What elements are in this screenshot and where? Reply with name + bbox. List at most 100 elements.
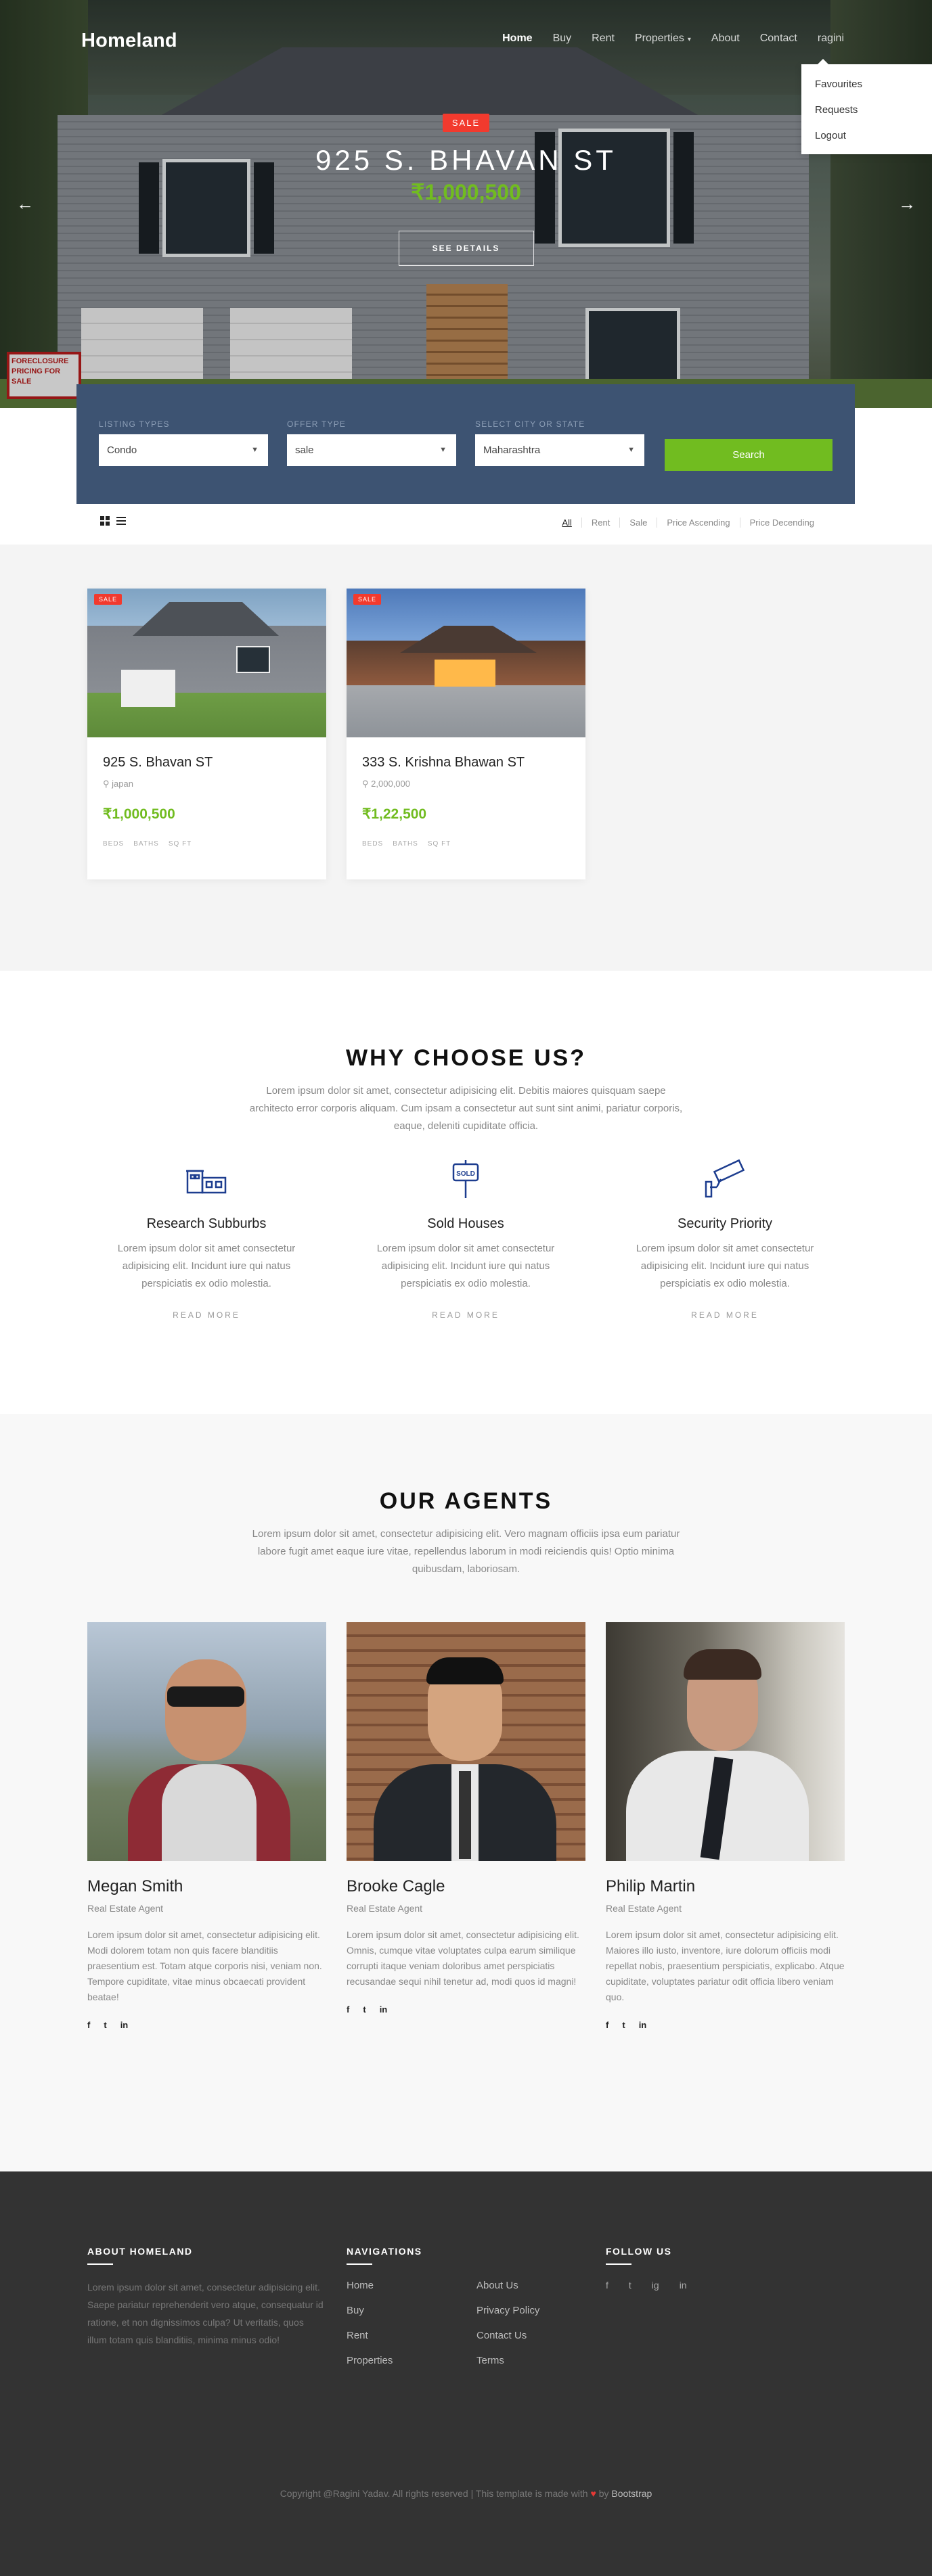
filter-sale[interactable]: Sale <box>619 518 657 528</box>
bootstrap-link[interactable]: Bootstrap <box>611 2488 652 2499</box>
agent-role: Real Estate Agent <box>606 1903 682 1914</box>
top-navbar: Homeland Home Buy Rent Properties ▾ About… <box>0 0 932 81</box>
facebook-icon[interactable]: f <box>606 2020 608 2030</box>
filter-all[interactable]: All <box>552 518 581 528</box>
location-text: 2,000,000 <box>371 779 410 789</box>
spec-beds: BEDS <box>362 840 384 848</box>
sale-badge: SALE <box>94 594 123 605</box>
location-text: japan <box>112 779 133 789</box>
linkedin-icon[interactable]: in <box>120 2020 129 2030</box>
filter-price-desc[interactable]: Price Decending <box>739 518 824 528</box>
feature-title: Sold Houses <box>427 1216 504 1231</box>
dropdown-logout[interactable]: Logout <box>815 127 932 152</box>
feature-text: Lorem ipsum dolor sit amet consectetur a… <box>636 1243 814 1289</box>
filter-rent[interactable]: Rent <box>581 518 619 528</box>
grid-view-icon[interactable] <box>100 516 110 526</box>
property-specs: BEDS BATHS SQ FT <box>103 840 311 848</box>
agent-role: Real Estate Agent <box>347 1903 423 1914</box>
offer-type-value: sale <box>295 444 314 456</box>
feature-title: Research Subburbs <box>146 1216 267 1231</box>
site-logo[interactable]: Homeland <box>81 30 177 52</box>
dropdown-requests[interactable]: Requests <box>815 101 932 127</box>
linkedin-icon[interactable]: in <box>380 2004 388 2015</box>
read-more-link[interactable]: READ MORE <box>620 1310 830 1320</box>
property-title[interactable]: 333 S. Krishna Bhawan ST <box>362 755 570 770</box>
agent-name: Megan Smith <box>87 1877 183 1895</box>
footer-link-terms[interactable]: Terms <box>476 2353 539 2378</box>
section-title: OUR AGENTS <box>379 1488 553 1514</box>
nav-properties[interactable]: Properties ▾ <box>635 32 691 45</box>
agent-face-shape <box>165 1659 246 1761</box>
offer-type-field: OFFER TYPE sale ▼ <box>287 419 456 466</box>
agent-bio: Lorem ipsum dolor sit amet, consectetur … <box>606 1929 845 2002</box>
linkedin-icon[interactable]: in <box>680 2280 687 2291</box>
offer-type-select[interactable]: sale ▼ <box>287 434 456 466</box>
property-card[interactable]: SALE 925 S. Bhavan ST ⚲ japan ₹1,000,500… <box>87 589 326 879</box>
twitter-icon[interactable]: t <box>622 2020 625 2030</box>
agent-card: Philip Martin Real Estate Agent Lorem ip… <box>606 1622 845 2030</box>
city-label: SELECT CITY OR STATE <box>475 419 585 429</box>
spec-beds: BEDS <box>103 840 125 848</box>
footer-link-privacy[interactable]: Privacy Policy <box>476 2303 539 2328</box>
card-body: 925 S. Bhavan ST ⚲ japan ₹1,000,500 BEDS… <box>87 737 326 848</box>
hero-content: SALE 925 S. BHAVAN ST ₹1,000,500 SEE DET… <box>0 114 932 266</box>
listing-filters: All Rent Sale Price Ascending Price Dece… <box>552 518 824 528</box>
arrow-left-icon[interactable]: ← <box>16 193 34 214</box>
nav-buy[interactable]: Buy <box>553 32 572 45</box>
house-roof-shape <box>133 602 279 636</box>
feature-text: Lorem ipsum dolor sit amet consectetur a… <box>376 1243 555 1289</box>
agent-socials: f t in <box>87 2020 326 2030</box>
main-menu: Home Buy Rent Properties ▾ About Contact … <box>482 32 844 45</box>
card-body: 333 S. Krishna Bhawan ST ⚲ 2,000,000 ₹1,… <box>347 737 585 848</box>
house-icon <box>102 1155 311 1203</box>
footer-social-icons: f t ig in <box>606 2280 687 2291</box>
house-window-shape <box>236 646 270 673</box>
footer-link-properties[interactable]: Properties <box>347 2353 476 2378</box>
chevron-down-icon: ▾ <box>687 36 691 43</box>
footer-link-about[interactable]: About Us <box>476 2278 539 2303</box>
listing-type-select[interactable]: Condo ▼ <box>99 434 268 466</box>
listing-type-field: LISTING TYPES Condo ▼ <box>99 419 268 466</box>
footer-link-buy[interactable]: Buy <box>347 2303 476 2328</box>
see-details-button[interactable]: SEE DETAILS <box>398 231 534 266</box>
agent-hair-shape <box>684 1649 761 1680</box>
twitter-icon[interactable]: t <box>629 2280 631 2291</box>
facebook-icon[interactable]: f <box>347 2004 349 2015</box>
property-location: ⚲ japan <box>103 779 311 789</box>
instagram-icon[interactable]: ig <box>652 2280 659 2291</box>
nav-home[interactable]: Home <box>502 32 532 45</box>
list-view-icon[interactable] <box>116 516 126 526</box>
property-image[interactable]: SALE <box>347 589 585 737</box>
agent-shirt-shape <box>162 1764 257 1861</box>
copyright-prefix: Copyright @Ragini Yadav. All rights rese… <box>280 2488 588 2499</box>
view-toggle <box>100 516 126 526</box>
nav-contact[interactable]: Contact <box>760 32 797 45</box>
nav-about[interactable]: About <box>711 32 740 45</box>
dropdown-favourites[interactable]: Favourites <box>815 75 932 101</box>
read-more-link[interactable]: READ MORE <box>361 1310 571 1320</box>
agent-tie-shape <box>459 1771 471 1859</box>
city-select[interactable]: Maharashtra ▼ <box>475 434 644 466</box>
hero-section: FORECLOSURE PRICING FOR SALE Homeland Ho… <box>0 0 932 408</box>
facebook-icon[interactable]: f <box>606 2280 608 2291</box>
footer-link-contact[interactable]: Contact Us <box>476 2328 539 2353</box>
read-more-link[interactable]: READ MORE <box>102 1310 311 1320</box>
footer-link-home[interactable]: Home <box>347 2278 476 2303</box>
property-title[interactable]: 925 S. Bhavan ST <box>103 755 311 770</box>
footer-link-rent[interactable]: Rent <box>347 2328 476 2353</box>
twitter-icon[interactable]: t <box>363 2004 365 2015</box>
map-pin-icon: ⚲ <box>362 779 369 789</box>
twitter-icon[interactable]: t <box>104 2020 106 2030</box>
filter-price-asc[interactable]: Price Ascending <box>657 518 739 528</box>
arrow-right-icon[interactable]: → <box>898 193 916 214</box>
linkedin-icon[interactable]: in <box>639 2020 647 2030</box>
search-button[interactable]: Search <box>665 439 833 471</box>
nav-rent[interactable]: Rent <box>592 32 615 45</box>
property-card[interactable]: SALE 333 S. Krishna Bhawan ST ⚲ 2,000,00… <box>347 589 585 879</box>
footer-heading: FOLLOW US <box>606 2246 672 2257</box>
listings-section: SALE 925 S. Bhavan ST ⚲ japan ₹1,000,500… <box>0 545 932 971</box>
facebook-icon[interactable]: f <box>87 2020 90 2030</box>
property-image[interactable]: SALE <box>87 589 326 737</box>
property-price: ₹1,000,500 <box>103 806 175 822</box>
nav-user[interactable]: ragini <box>818 32 844 45</box>
